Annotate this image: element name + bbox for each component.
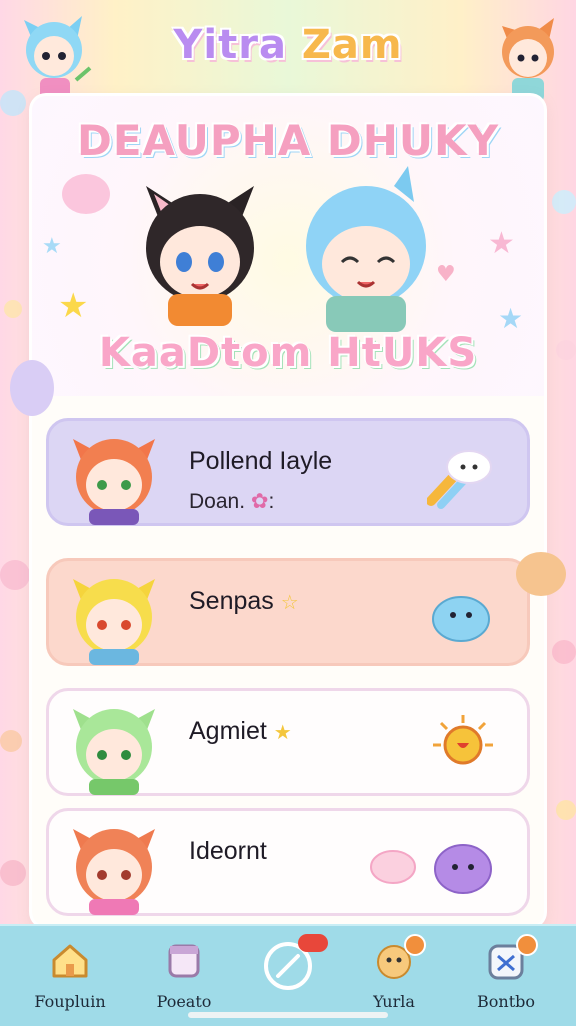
- nav-label: Bontbo: [477, 992, 535, 1011]
- hero-title: DEAUPHA DHUKY: [76, 116, 499, 165]
- avatar: [73, 829, 155, 915]
- hero-banner: DEAUPHA DHUKY ★ ★ ★ ★ ♥ KaaDtom HtUKS: [32, 96, 544, 396]
- list-item-title: Pollend Iayle: [189, 447, 333, 475]
- notification-badge: [404, 934, 426, 956]
- flower-icon: ✿: [250, 490, 269, 513]
- brand-word-1: Yitra: [173, 22, 287, 68]
- nav-label: Yurla: [373, 992, 415, 1011]
- list-item-2[interactable]: Senpas ☆: [46, 558, 530, 666]
- list-item-title: Senpas ☆: [189, 587, 299, 616]
- star-icon: ★: [58, 286, 89, 326]
- sun-icon: [433, 715, 493, 765]
- list-item-4[interactable]: Ideornt: [46, 808, 530, 916]
- list-item-title-text: Agmiet: [189, 717, 267, 745]
- speech-bubble-icon: [10, 360, 54, 416]
- list-item-subtitle: Doan. ✿:: [189, 490, 275, 513]
- bg-dot: [556, 800, 576, 820]
- list-item-title-text: Senpas: [189, 587, 274, 615]
- nav-label: Poeato: [156, 992, 212, 1011]
- list-item-subtitle-text: Doan.: [189, 490, 246, 513]
- notification-badge: [298, 934, 328, 952]
- hero-character-blue-hair: [306, 166, 426, 332]
- nav-item-home[interactable]: Foupluin: [22, 934, 118, 1020]
- house-icon: [52, 944, 88, 978]
- notification-badge: [516, 934, 538, 956]
- star-icon: ★: [42, 234, 62, 259]
- star-icon: ☆: [280, 592, 299, 614]
- cup-icon: [168, 944, 200, 978]
- app-brand-title: Yitra Zam: [0, 22, 576, 68]
- hero-subtitle: KaaDtom HtUKS: [98, 330, 478, 376]
- speech-bubble-icon: [62, 174, 110, 214]
- home-indicator[interactable]: [188, 1012, 388, 1018]
- nav-item-cookie[interactable]: Yurla: [346, 934, 442, 1020]
- hero-character-dark-hair: [146, 186, 254, 326]
- bottom-nav-bar: Foupluin Poeato Yurla Bontbo: [0, 924, 576, 1026]
- list-item-title: Ideornt: [189, 837, 267, 865]
- nav-item-cup[interactable]: Poeato: [136, 934, 232, 1020]
- nav-item-game[interactable]: Bontbo: [458, 934, 554, 1020]
- star-icon: ★: [488, 226, 515, 261]
- avatar: [73, 709, 155, 795]
- bg-dot: [552, 190, 576, 214]
- avatar: [73, 579, 155, 665]
- avatar: [73, 439, 155, 525]
- slime-creature-icon: [434, 844, 492, 894]
- bg-dot: [552, 640, 576, 664]
- rainbow-cloud-icon: [427, 450, 492, 509]
- nav-label: Foupluin: [34, 992, 106, 1011]
- chat-emoji-icon: [516, 552, 566, 596]
- bg-dot: [556, 340, 576, 360]
- list-item-title: Agmiet ★: [189, 717, 292, 746]
- brand-word-2: Zam: [301, 22, 403, 68]
- bg-dot: [0, 560, 30, 590]
- list-item-3[interactable]: Agmiet ★: [46, 688, 530, 796]
- heart-icon: ♥: [436, 262, 456, 287]
- bg-dot: [0, 730, 22, 752]
- star-icon: ★: [273, 722, 292, 744]
- list-item-1[interactable]: Pollend Iayle Doan. ✿:: [46, 418, 530, 526]
- speech-bubble-icon: [370, 850, 416, 884]
- bg-dot: [4, 300, 22, 318]
- bg-dot: [0, 860, 26, 886]
- main-panel: DEAUPHA DHUKY ★ ★ ★ ★ ♥ KaaDtom HtUKS Po…: [32, 96, 544, 926]
- nav-item-center[interactable]: [240, 934, 336, 1020]
- blob-creature-icon: [432, 596, 490, 642]
